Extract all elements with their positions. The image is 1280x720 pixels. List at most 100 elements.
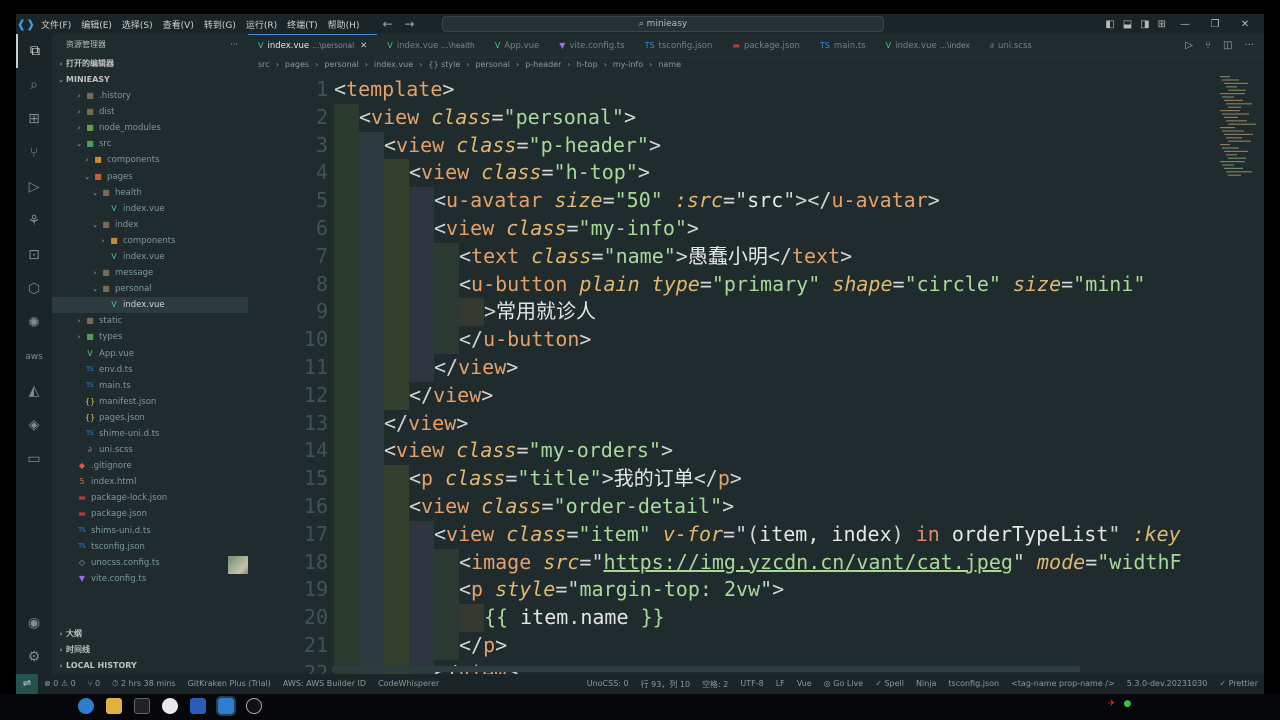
tree-item[interactable]: › ■ dist <box>52 104 248 120</box>
menu-item[interactable]: 转到(G) <box>199 18 241 31</box>
code-line[interactable]: 3 <view class="p-header"> <box>248 131 1264 160</box>
status-item[interactable]: ⊗ 0 ⚠ 0 <box>38 679 82 689</box>
wechat-icon[interactable]: ● <box>1124 699 1132 709</box>
code-line[interactable]: 1 <template> <box>248 76 1264 104</box>
tree-item[interactable]: › ■ node_modules <box>52 120 248 136</box>
breadcrumb-item[interactable]: name <box>658 60 681 69</box>
tree-item[interactable]: TS main.ts <box>52 378 248 394</box>
tree-item[interactable]: TS tsconfig.json <box>52 539 248 555</box>
tree-item[interactable]: ◆ .gitignore <box>52 458 248 474</box>
compare-icon[interactable]: ⑂ <box>1205 40 1211 51</box>
tree-item[interactable]: TS shims-uni.d.ts <box>52 523 248 539</box>
toggle-sidebar-icon[interactable]: ◧ <box>1105 19 1114 30</box>
open-editors-section[interactable]: › 打开的编辑器 <box>52 56 248 72</box>
tree-item[interactable]: 5 index.html <box>52 474 248 490</box>
code-line[interactable]: 4 <view class="h-top"> <box>248 159 1264 188</box>
tree-item[interactable]: › ■ types <box>52 329 248 345</box>
tree-item[interactable]: ∂ uni.scss <box>52 442 248 458</box>
timeline-section[interactable]: › 时间线 <box>52 642 248 658</box>
account-icon[interactable]: ◉ <box>16 606 52 640</box>
terminal-icon[interactable] <box>134 698 150 714</box>
run-icon[interactable]: ▷ <box>1185 40 1193 51</box>
breadcrumb-item[interactable]: index.vue <box>374 60 413 69</box>
menu-item[interactable]: 文件(F) <box>36 18 76 31</box>
editor-tab[interactable]: Vindex.vue ...\health <box>377 34 485 58</box>
code-line[interactable]: 13 </view> <box>248 409 1264 438</box>
status-item[interactable]: ✓ Prettier <box>1213 679 1264 690</box>
docker-icon[interactable]: ◭ <box>16 374 52 408</box>
project-section[interactable]: ⌄ MINIEASY <box>52 72 248 88</box>
breadcrumb-item[interactable]: personal <box>324 60 359 69</box>
tree-item[interactable]: {} manifest.json <box>52 394 248 410</box>
editor-tab[interactable]: TS tsconfig.json <box>635 34 723 58</box>
editor-tab[interactable]: ∂ uni.scss <box>980 34 1042 58</box>
more-actions-icon[interactable]: ··· <box>230 34 238 56</box>
tree-item[interactable]: › ■ components <box>52 233 248 249</box>
tree-item[interactable]: V App.vue <box>52 346 248 362</box>
vscode-taskbar-icon[interactable] <box>216 696 236 716</box>
status-item[interactable]: 5.3.0-dev.20231030 <box>1121 679 1214 690</box>
aws-icon[interactable]: aws <box>16 340 52 374</box>
tree-item[interactable]: › ■ static <box>52 313 248 329</box>
tab-close-icon[interactable]: ✕ <box>360 34 367 58</box>
status-item[interactable]: GitKraken Plus (Trial) <box>182 679 277 689</box>
breadcrumb-item[interactable]: {} style <box>428 60 460 69</box>
code-line[interactable]: 10 </u-button> <box>248 326 1264 354</box>
package-icon[interactable]: ⬡ <box>16 272 52 306</box>
status-item[interactable]: <tag-name prop-name /> <box>1005 679 1121 690</box>
split-editor-icon[interactable]: ◫ <box>1223 40 1232 51</box>
file-explorer-icon[interactable] <box>106 698 122 714</box>
status-item[interactable]: AWS: AWS Builder ID <box>277 679 372 689</box>
command-center-search[interactable]: ⌕ minieasy <box>442 16 884 32</box>
gitkraken-icon[interactable]: ⚘ <box>16 204 52 238</box>
code-line[interactable]: 11 </view> <box>248 353 1264 382</box>
code-line[interactable]: 2 <view class="personal"> <box>248 103 1264 132</box>
code-line[interactable]: 12 </view> <box>248 381 1264 410</box>
settings-gear-icon[interactable]: ⚙ <box>16 640 52 674</box>
menu-item[interactable]: 运行(R) <box>241 18 282 31</box>
run-debug-icon[interactable]: ▷ <box>16 170 52 204</box>
editor-tab[interactable]: Vindex.vue ...\personal ✕ <box>248 33 378 58</box>
menu-item[interactable]: 帮助(H) <box>323 18 365 31</box>
status-item[interactable]: Vue <box>791 679 818 690</box>
tree-item[interactable]: › ■ .history <box>52 88 248 104</box>
code-view[interactable]: 1 <template> 2 <view class="personal"> 3 <vie… <box>248 76 1264 674</box>
status-item[interactable]: ◎ Go Live <box>818 679 870 690</box>
obs-icon[interactable] <box>246 698 262 714</box>
editor-tab[interactable]: V App.vue <box>485 34 549 58</box>
explorer-icon[interactable]: ⧉ <box>16 34 52 68</box>
code-line[interactable]: 8 <u-button plain type="primary" shape="c… <box>248 270 1264 299</box>
code-line[interactable]: 15 <p class="title">我的订单</p> <box>248 465 1264 493</box>
tree-item[interactable]: {} pages.json <box>52 410 248 426</box>
code-line[interactable]: 20 {{ item.name }} <box>248 604 1264 632</box>
tree-item[interactable]: ▼ vite.config.ts <box>52 571 248 587</box>
code-line[interactable]: 21 </p> <box>248 631 1264 660</box>
restore-button[interactable]: ❐ <box>1204 19 1226 30</box>
breadcrumb-item[interactable]: src <box>258 60 270 69</box>
tree-item[interactable]: ⌄ ■ index <box>52 217 248 233</box>
tree-item[interactable]: Vindex.vue <box>52 201 248 217</box>
tree-item[interactable]: ⌄ ■ src <box>52 136 248 152</box>
editor-tab[interactable]: Vindex.vue ...\index <box>876 34 980 58</box>
breadcrumb-item[interactable]: my-info <box>613 60 643 69</box>
tree-item[interactable]: ▬ package-lock.json <box>52 490 248 506</box>
tray-app-icon[interactable]: ✈ <box>1108 699 1116 709</box>
tree-item[interactable]: ⌄ ■ pages <box>52 168 248 184</box>
code-line[interactable]: 19 <p style="margin-top: 2vw"> <box>248 576 1264 605</box>
code-line[interactable]: 17 <view class="item" v-for="(item, index… <box>248 520 1264 549</box>
remote-explorer-icon[interactable]: ⊡ <box>16 238 52 272</box>
breadcrumb-item[interactable]: pages <box>285 60 309 69</box>
extensions-icon[interactable]: ⊞ <box>16 102 52 136</box>
code-line[interactable]: 16 <view class="order-detail"> <box>248 492 1264 521</box>
status-item[interactable]: tsconfig.json <box>942 679 1005 690</box>
status-item[interactable]: UnoCSS: 0 <box>581 679 635 690</box>
breadcrumb-item[interactable]: personal <box>475 60 510 69</box>
horizontal-scrollbar[interactable] <box>332 666 1080 672</box>
code-line[interactable]: 7 <text class="name">愚蠢小明</text> <box>248 242 1264 271</box>
status-item[interactable]: ⏱ 2 hrs 38 mins <box>106 679 181 689</box>
code-line[interactable]: 6 <view class="my-info"> <box>248 214 1264 243</box>
word-icon[interactable] <box>190 698 206 714</box>
status-item[interactable]: Ninja <box>910 679 942 690</box>
outline-section[interactable]: › 大纲 <box>52 626 248 642</box>
menu-item[interactable]: 查看(V) <box>158 18 199 31</box>
